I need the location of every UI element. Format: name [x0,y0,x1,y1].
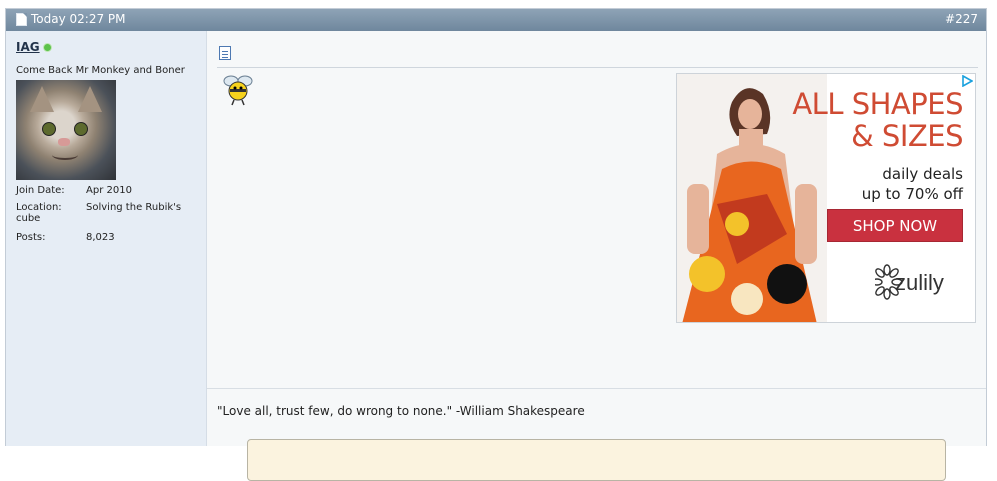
avatar-nose [58,138,70,146]
forum-post: Today 02:27 PM #227 IAG Come Back Mr Mon… [5,8,987,481]
ad-choices-icon[interactable] [961,75,973,87]
post-number-link[interactable]: #227 [945,12,978,26]
post-content: ALL SHAPES & SIZES daily deals up to 70%… [207,31,986,481]
stat-label: Posts: [16,232,46,243]
online-status-icon [43,43,51,51]
ad-sub-line2: up to 70% off [861,185,963,203]
username-link[interactable]: IAG [16,40,51,54]
signature-divider [207,388,986,389]
stat-label: Join Date: [16,185,65,196]
ad-headline-line2: & SIZES [851,119,963,153]
ad-sub-line1: daily deals [882,165,963,183]
user-signature: "Love all, trust few, do wrong to none."… [217,404,585,418]
avatar-eye [74,122,88,136]
ad-headline-line1: ALL SHAPES [792,87,963,121]
advertisement-banner[interactable]: ALL SHAPES & SIZES daily deals up to 70%… [676,73,976,323]
post-date-text: Today 02:27 PM [31,12,126,26]
ad-brand: zulily [895,270,944,295]
stat-value: Apr 2010 [86,185,132,196]
bee-smiley-icon [223,75,253,106]
avatar[interactable] [16,80,116,180]
user-info-panel: IAG Come Back Mr Monkey and Boner Join D… [6,31,207,446]
user-title: Come Back Mr Monkey and Boner [16,65,185,76]
avatar-ear [30,86,54,112]
message-icon [219,46,231,60]
avatar-eye [42,122,56,136]
shop-now-button[interactable]: SHOP NOW [827,209,963,242]
title-divider [217,67,978,68]
post-date: Today 02:27 PM [16,12,126,26]
document-icon [16,12,27,26]
avatar-mouth [52,150,78,160]
ad-subtext: daily deals up to 70% off [803,164,963,204]
avatar-ear [78,86,102,112]
username-text: IAG [16,40,40,54]
stat-value: Solving the Rubik's cube [16,202,182,224]
stat-value: 8,023 [86,232,115,243]
ad-headline: ALL SHAPES & SIZES [763,88,963,152]
quote-box [247,439,946,481]
post-header: Today 02:27 PM #227 [6,9,986,31]
